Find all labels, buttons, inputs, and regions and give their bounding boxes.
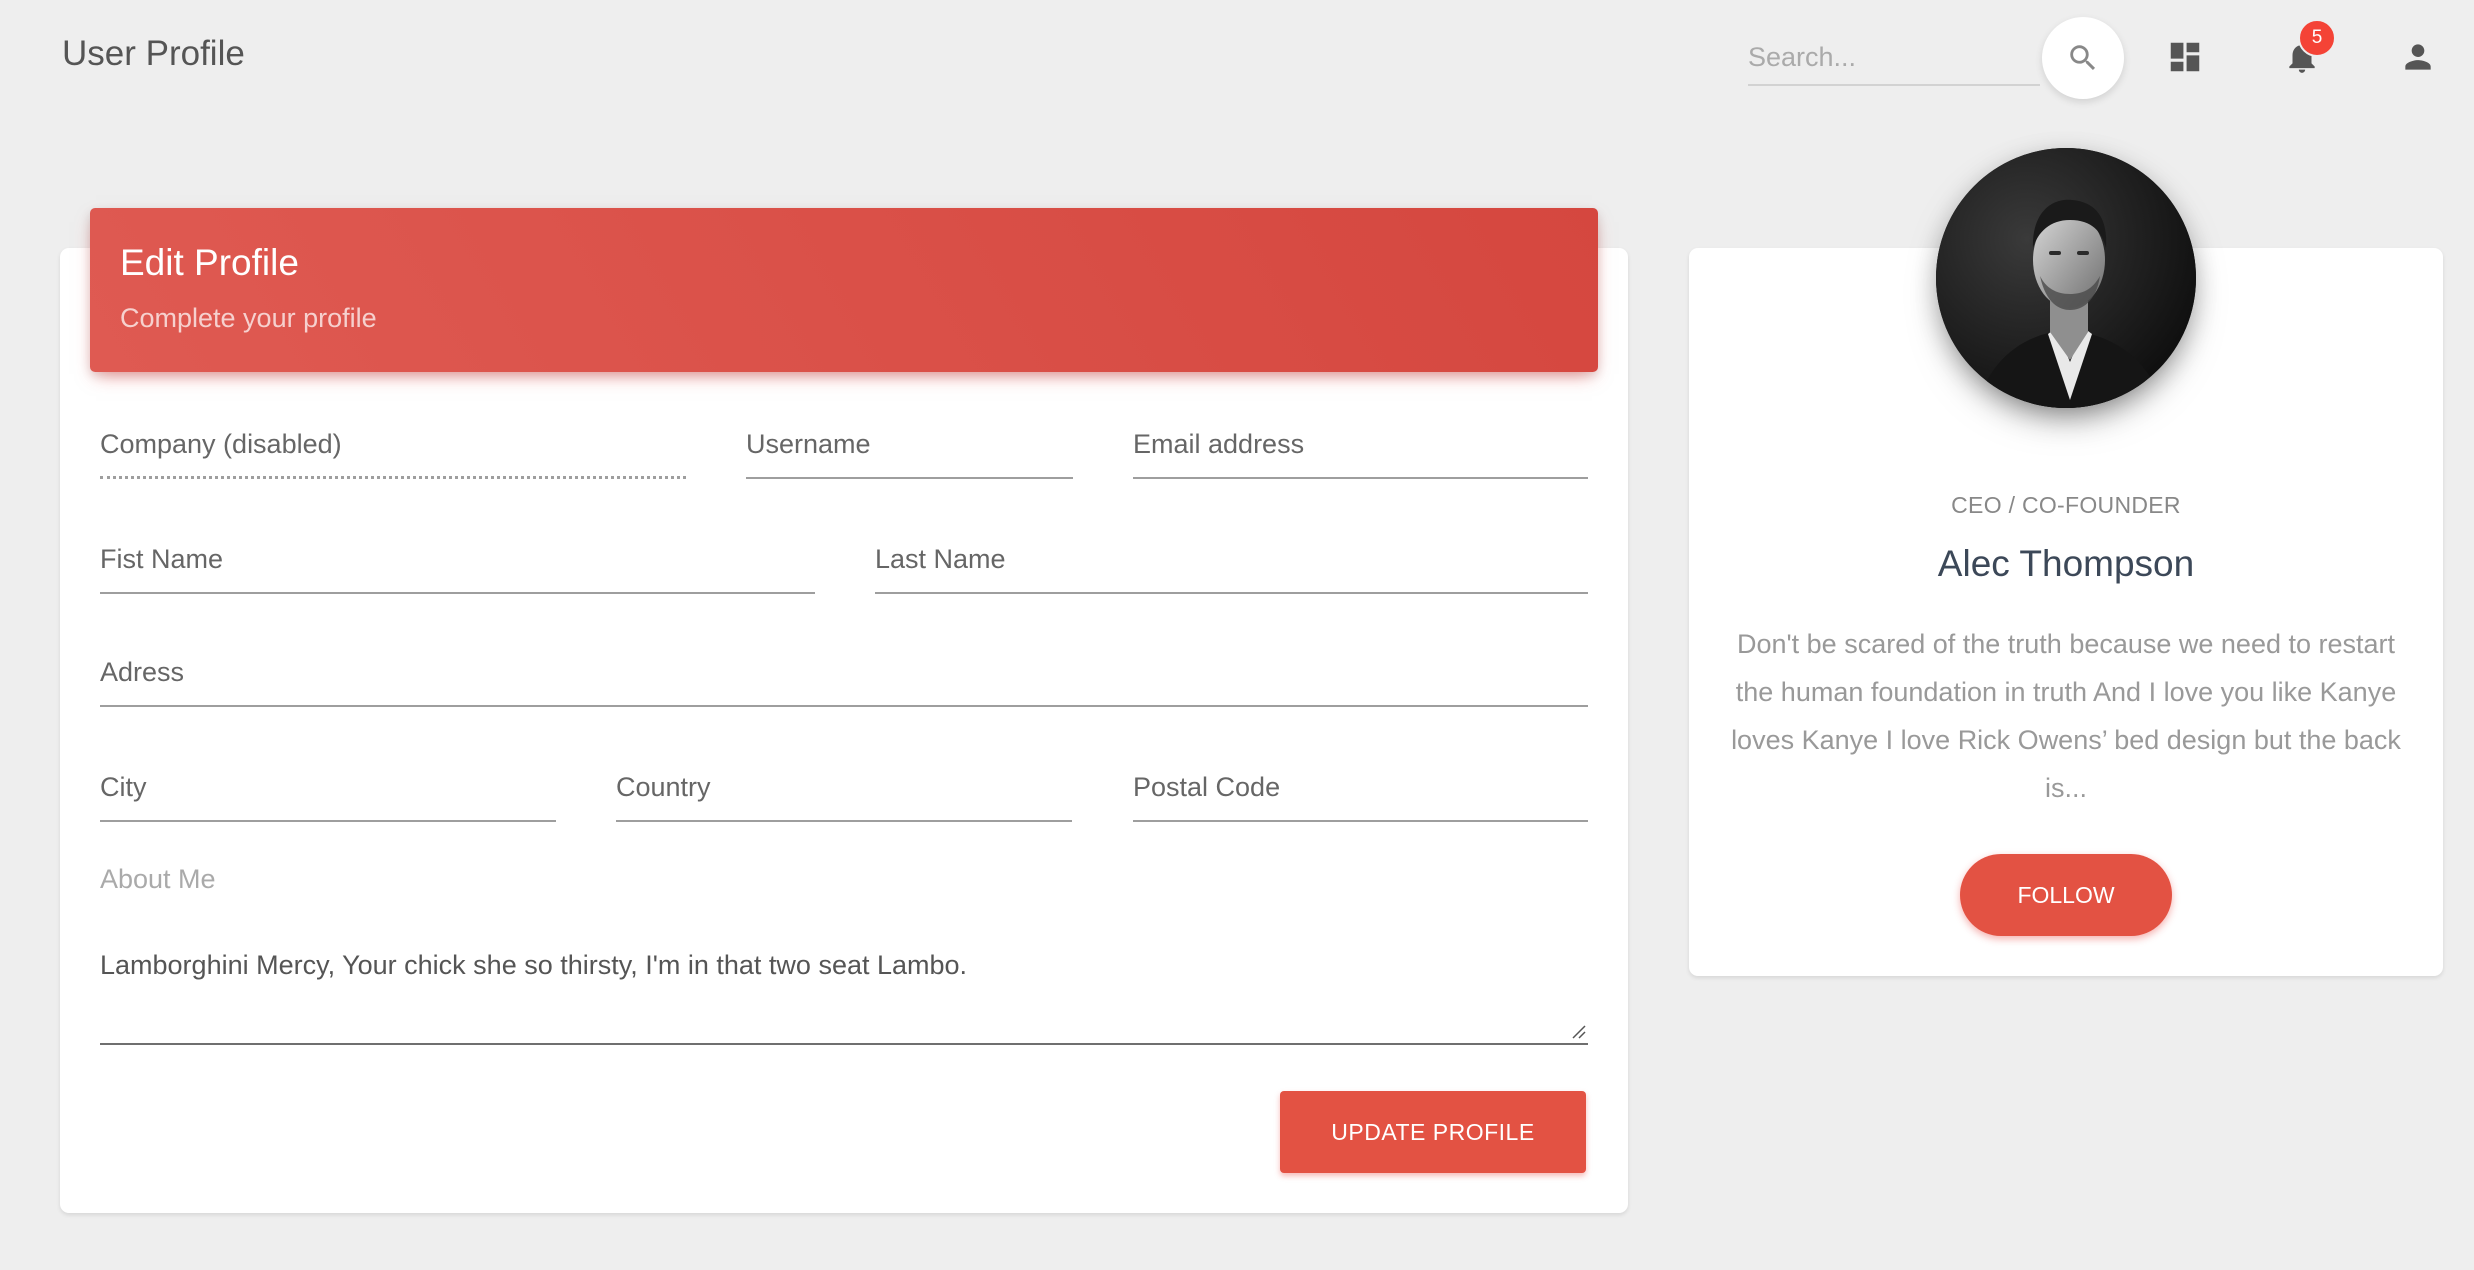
username-input[interactable] (746, 425, 1073, 477)
notification-badge: 5 (2298, 19, 2336, 57)
search-input[interactable] (1748, 30, 2040, 84)
postal-code-input[interactable] (1133, 768, 1588, 820)
edit-profile-card (60, 248, 1628, 1213)
card-title: Edit Profile (120, 242, 299, 283)
city-field[interactable]: City (100, 768, 556, 822)
email-input[interactable] (1133, 425, 1588, 477)
about-me-text: Lamborghini Mercy, Your chick she so thi… (100, 950, 968, 980)
search-button[interactable] (2042, 17, 2124, 99)
country-input[interactable] (616, 768, 1072, 820)
first-name-input[interactable] (100, 540, 815, 592)
username-field[interactable]: Username (746, 425, 1073, 479)
update-profile-button[interactable]: UPDATE PROFILE (1280, 1091, 1586, 1173)
company-field: Company (disabled) (100, 425, 686, 479)
email-field[interactable]: Email address (1133, 425, 1588, 479)
address-input[interactable] (100, 653, 1588, 705)
about-me-label: About Me (100, 864, 216, 894)
city-input[interactable] (100, 768, 556, 820)
profile-role: CEO / CO-FOUNDER (1951, 492, 2181, 518)
country-field[interactable]: Country (616, 768, 1072, 822)
profile-name: Alec Thompson (1937, 543, 2195, 584)
last-name-input[interactable] (875, 540, 1588, 592)
page: User Profile 5 Edit Profile Complete you… (0, 0, 2474, 1270)
last-name-field[interactable]: Last Name (875, 540, 1588, 594)
dashboard-button[interactable] (2163, 35, 2207, 79)
search-icon (2070, 45, 2096, 71)
user-menu-button[interactable] (2396, 35, 2440, 79)
postal-code-field[interactable]: Postal Code (1133, 768, 1588, 822)
resize-handle-icon[interactable] (1570, 1023, 1586, 1039)
company-label: Company (disabled) (100, 429, 342, 459)
avatar-portrait (1936, 148, 2196, 408)
follow-button[interactable]: FOLLOW (1960, 854, 2172, 936)
address-field[interactable]: Adress (100, 653, 1588, 707)
avatar (1936, 148, 2196, 408)
card-subtitle: Complete your profile (120, 303, 377, 333)
search-field[interactable] (1748, 30, 2040, 86)
page-title: User Profile (62, 34, 245, 73)
about-me-textarea[interactable]: Lamborghini Mercy, Your chick she so thi… (100, 930, 1588, 1045)
first-name-field[interactable]: Fist Name (100, 540, 815, 594)
dashboard-icon (2170, 42, 2200, 72)
profile-description: Don't be scared of the truth because we … (1731, 629, 2401, 803)
edit-profile-header: Edit Profile Complete your profile (90, 208, 1598, 372)
person-icon (2405, 44, 2431, 70)
